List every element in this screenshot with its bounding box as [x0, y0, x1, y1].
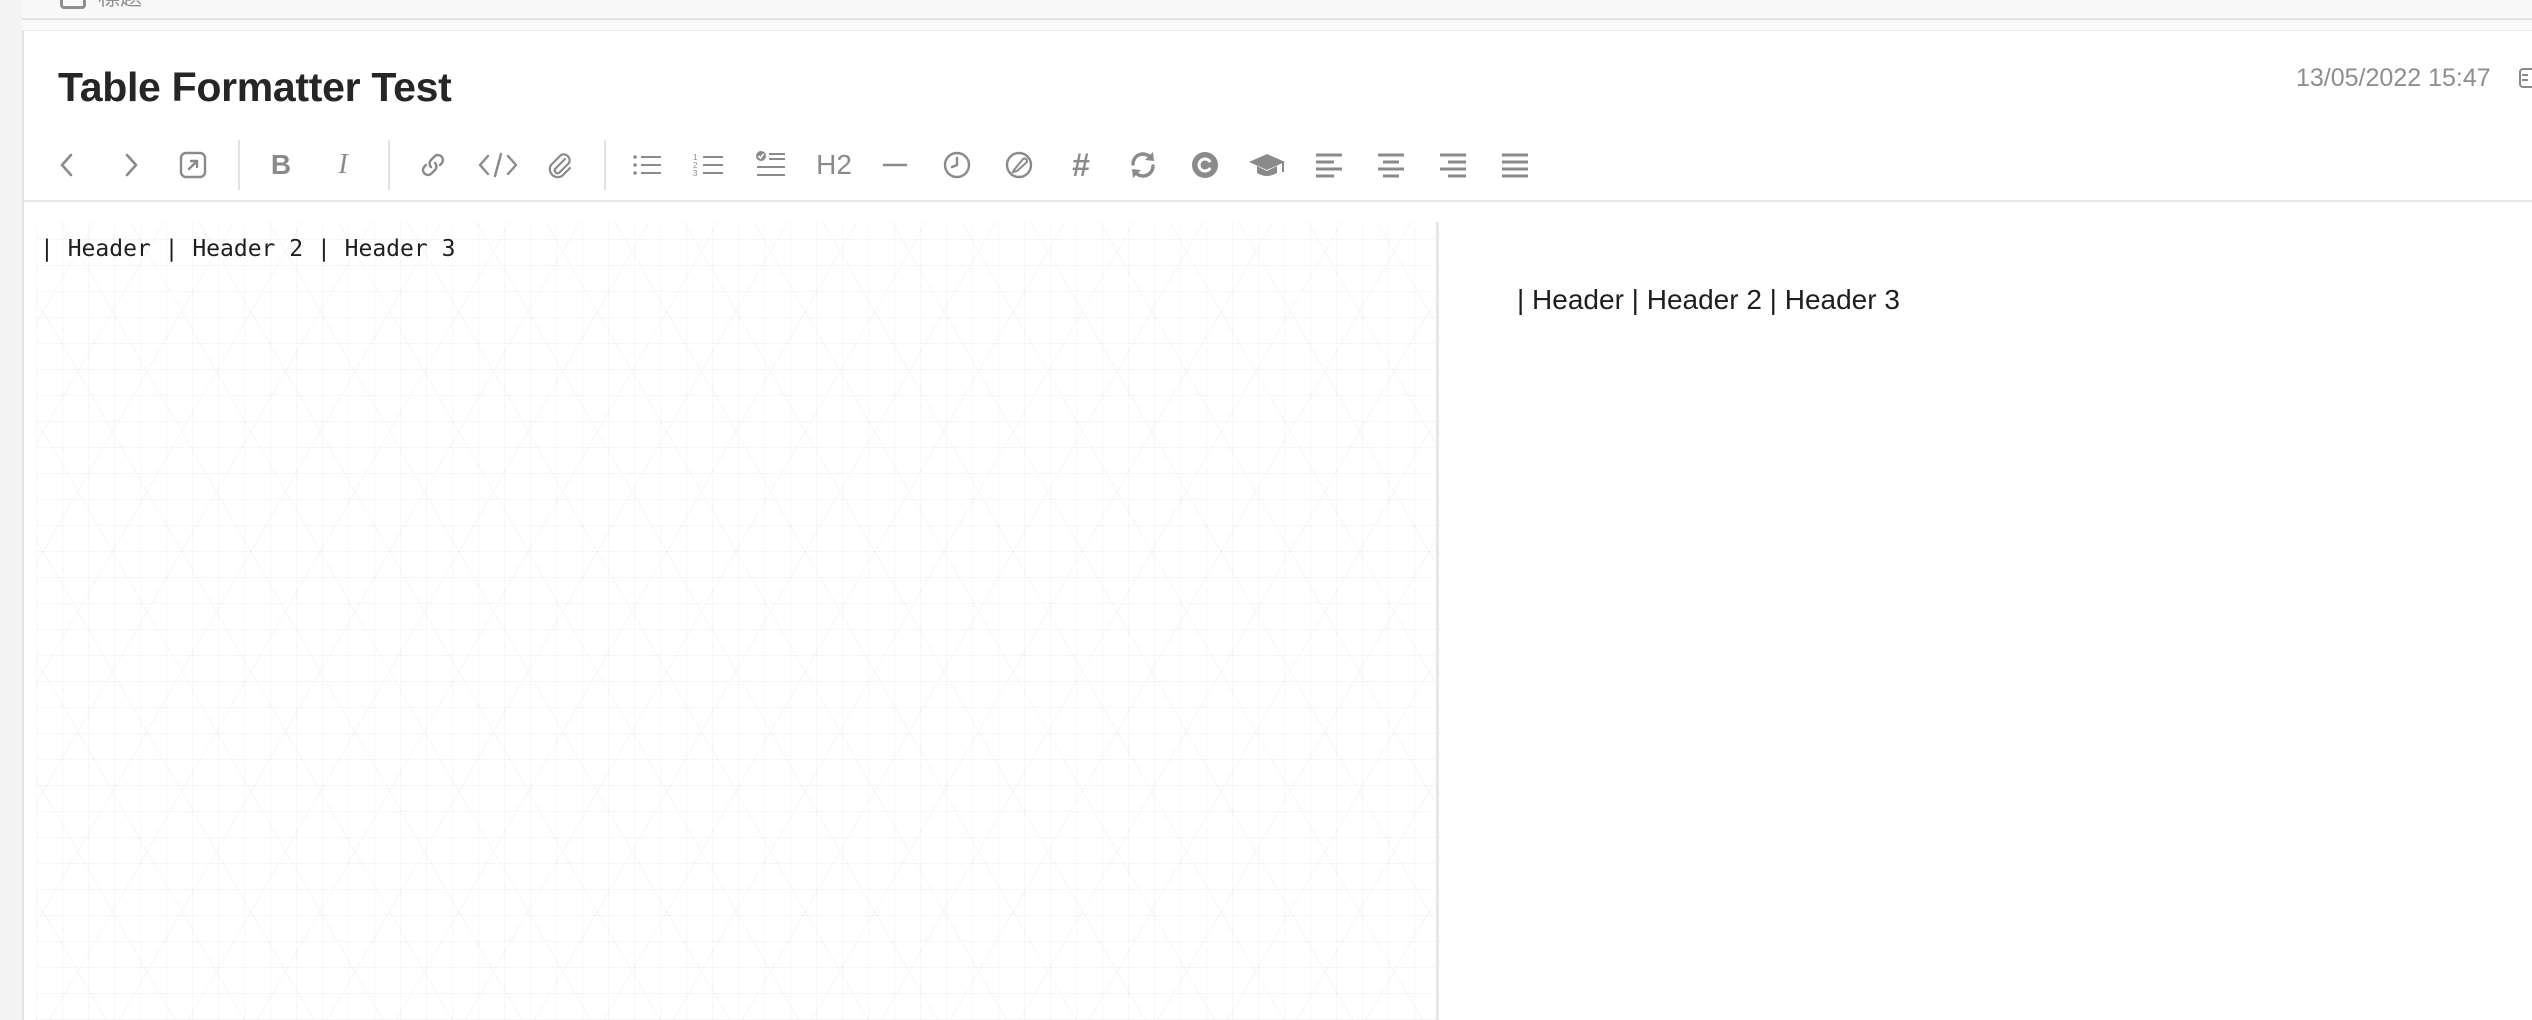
heading-label: H2 — [816, 149, 852, 180]
tag-label: # — [1072, 146, 1090, 183]
bulleted-list-button[interactable] — [622, 134, 672, 196]
attach-file-button[interactable] — [534, 134, 584, 196]
italic-button[interactable]: I — [318, 134, 368, 196]
toolbar-separator — [604, 140, 606, 190]
align-right-icon — [1440, 153, 1466, 178]
note-editor-window: 標題 Table Formatter Test 13/05/2022 15:47 — [0, 0, 2532, 1020]
italic-label: I — [338, 149, 348, 180]
markdown-preview: | Header | Header 2 | Header 3 — [1439, 222, 2532, 1020]
align-left-button[interactable] — [1304, 134, 1354, 196]
clock-icon — [943, 151, 971, 179]
copyright-icon — [1192, 152, 1218, 178]
sync-icon — [1131, 152, 1155, 178]
justify-button[interactable] — [1490, 134, 1540, 196]
checklist-icon — [756, 151, 785, 176]
chevron-right-icon — [125, 153, 138, 177]
editor-toolbar: B I 1 2 3 H2 # — [22, 134, 2532, 200]
link-icon — [421, 153, 445, 177]
note-modified-date: 13/05/2022 15:47 — [2296, 64, 2491, 92]
horizontal-rule-button[interactable] — [870, 134, 920, 196]
insert-link-button[interactable] — [408, 134, 458, 196]
align-justify-icon — [1502, 153, 1528, 178]
forward-button[interactable] — [106, 134, 156, 196]
code-button[interactable] — [470, 134, 526, 196]
svg-text:3: 3 — [693, 169, 698, 178]
align-center-icon — [1378, 153, 1404, 178]
align-center-button[interactable] — [1366, 134, 1416, 196]
spellcheck-button[interactable] — [994, 134, 1044, 196]
external-link-icon — [179, 151, 207, 179]
note-title[interactable]: Table Formatter Test — [58, 64, 452, 111]
paperclip-icon — [548, 153, 572, 179]
numbered-list-button[interactable]: 1 2 3 — [684, 134, 734, 196]
left-gutter — [0, 0, 24, 1020]
spellcheck-icon — [1005, 151, 1033, 179]
insert-time-button[interactable] — [932, 134, 982, 196]
copyright-button[interactable] — [1180, 134, 1230, 196]
align-left-icon — [1316, 153, 1342, 178]
open-external-button[interactable] — [168, 134, 218, 196]
chevron-left-icon — [60, 153, 73, 177]
bold-label: B — [270, 149, 292, 180]
editor-content[interactable]: | Header | Header 2 | Header 3 — [40, 236, 455, 262]
markdown-editor[interactable]: | Header | Header 2 | Header 3 — [36, 222, 1436, 1020]
heading-button[interactable]: H2 — [806, 134, 862, 196]
code-icon — [478, 152, 518, 178]
align-right-button[interactable] — [1428, 134, 1478, 196]
toolbar-separator — [238, 140, 240, 190]
toolbar-separator — [388, 140, 390, 190]
numbered-list-icon: 1 2 3 — [693, 153, 723, 178]
sync-button[interactable] — [1118, 134, 1168, 196]
note-icon — [60, 0, 86, 9]
bold-button[interactable]: B — [256, 134, 306, 196]
bulleted-list-icon — [633, 155, 661, 175]
horizontal-rule-icon — [882, 163, 908, 167]
back-button[interactable] — [42, 134, 92, 196]
top-strip-label: 標題 — [98, 0, 142, 9]
preview-content: | Header | Header 2 | Header 3 — [1517, 284, 1900, 315]
graduation-cap-icon — [1249, 154, 1285, 176]
toolbar-divider — [22, 200, 2532, 202]
top-strip: 標題 — [22, 0, 2532, 20]
top-strip-gap — [22, 20, 2532, 31]
toggle-panel-icon[interactable] — [2518, 66, 2532, 90]
checklist-button[interactable] — [746, 134, 796, 196]
tag-button[interactable]: # — [1056, 134, 1106, 196]
education-button[interactable] — [1242, 134, 1292, 196]
